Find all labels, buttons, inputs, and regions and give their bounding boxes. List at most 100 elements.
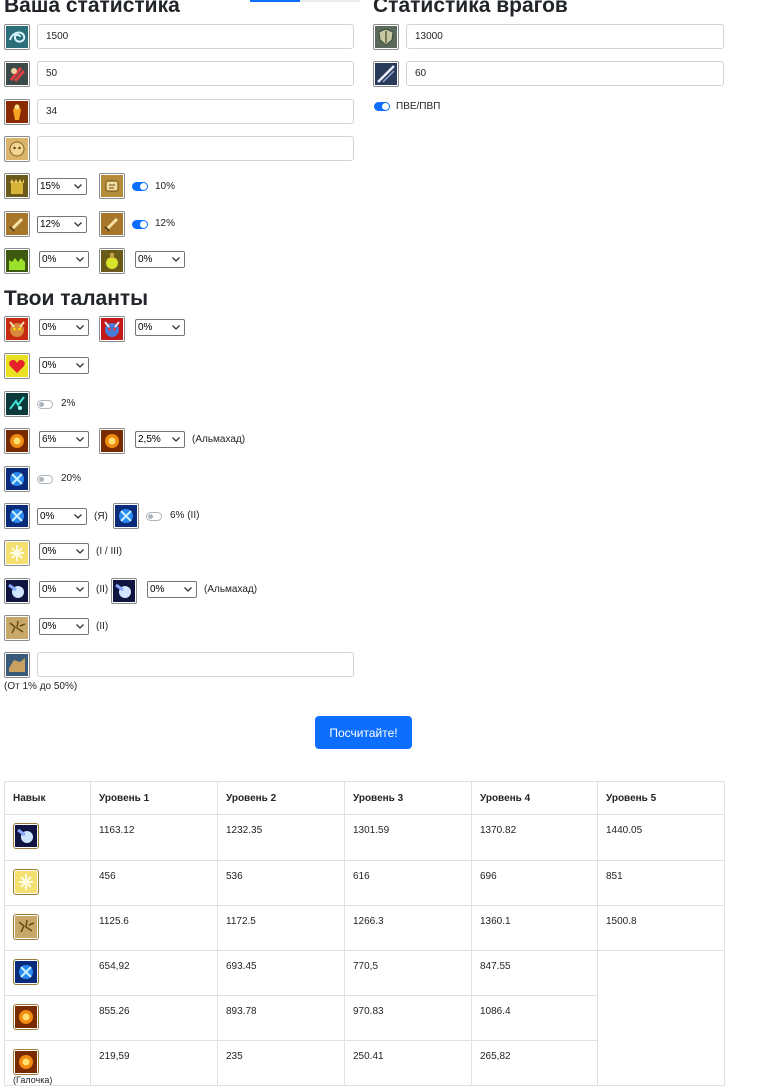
fire-fist-select-value: 6% xyxy=(42,434,57,445)
extra-stat-input[interactable] xyxy=(37,136,354,161)
chevron-down-icon xyxy=(184,587,192,592)
tower-icon xyxy=(4,173,30,199)
lightning-alt-toggle[interactable] xyxy=(146,512,162,521)
header-level-3: Уровень 3 xyxy=(344,781,472,815)
magic-attack-icon xyxy=(4,24,30,50)
lightning-label: 20% xyxy=(61,473,82,484)
header-skill: Навык xyxy=(4,781,91,815)
percent-input[interactable] xyxy=(37,652,354,677)
chevron-down-icon xyxy=(74,184,82,189)
table-cell: 1301.59 xyxy=(344,814,472,861)
pierce-icon xyxy=(373,61,399,87)
tower-select-value: 15% xyxy=(40,181,61,192)
fire-fist-alt-icon xyxy=(99,428,125,454)
tower-select[interactable]: 15% xyxy=(37,178,87,195)
table-cell: 1232.35 xyxy=(217,814,345,861)
pve-pvp-toggle[interactable] xyxy=(374,102,390,111)
teal-rune-label: 2% xyxy=(61,398,76,409)
table-cell: 1163.12 xyxy=(90,814,218,861)
frost-orb-icon xyxy=(13,823,39,849)
lightning-note: (Я) xyxy=(94,511,108,522)
lightning-orb-icon xyxy=(13,959,39,985)
table-cell: 696 xyxy=(471,860,598,906)
lightning-select[interactable]: 0% xyxy=(37,508,87,525)
fire-fist-alt-select[interactable]: 2,5% xyxy=(135,431,185,448)
enemy-level-input[interactable]: 60 xyxy=(406,61,724,86)
table-cell: 1500.8 xyxy=(597,905,725,951)
lightning-toggle[interactable] xyxy=(37,475,53,484)
earth-crack-icon xyxy=(4,615,30,641)
scroll-toggle[interactable] xyxy=(132,182,148,191)
frost-orb-alt-note: (Альмахад) xyxy=(204,584,258,595)
chevron-down-icon xyxy=(74,222,82,227)
table-row: 654,92 693.45 770,5 847.55 xyxy=(4,950,725,1086)
chevron-down-icon xyxy=(74,514,82,519)
chevron-down-icon xyxy=(76,257,84,262)
enemy-hp-input[interactable]: 13000 xyxy=(406,24,724,49)
heart-icon xyxy=(4,353,30,379)
table-cell: 235 xyxy=(217,1040,345,1086)
sword-icon xyxy=(4,211,30,237)
lightning-orb-alt-icon xyxy=(113,503,139,529)
level-input[interactable]: 34 xyxy=(37,99,354,124)
fire-fist-select[interactable]: 6% xyxy=(39,431,89,448)
sword-select[interactable]: 12% xyxy=(37,216,87,233)
fire-body-icon xyxy=(4,99,30,125)
table-cell: 893.78 xyxy=(217,995,345,1041)
table-cell: 1086.4 xyxy=(471,995,598,1041)
demon-icon xyxy=(4,316,30,342)
heart-select[interactable]: 0% xyxy=(39,357,89,374)
holy-light-select[interactable]: 0% xyxy=(39,543,89,560)
table-header-row: Навык Уровень 1 Уровень 2 Уровень 3 Уров… xyxy=(4,781,725,815)
chevron-down-icon xyxy=(172,257,180,262)
demon-select-value: 0% xyxy=(42,322,57,333)
sword-buff-toggle[interactable] xyxy=(132,220,148,229)
frost-orb-alt-select[interactable]: 0% xyxy=(147,581,197,598)
poison-select[interactable]: 0% xyxy=(39,251,89,268)
table-cell: 693.45 xyxy=(217,950,345,996)
table-cell: 654,92 xyxy=(90,950,218,996)
pve-pvp-label: ПВЕ/ПВП xyxy=(396,101,441,112)
earth-crack-select[interactable]: 0% xyxy=(39,618,89,635)
top-tab-indicator xyxy=(250,0,360,2)
lightning-alt-label: 6% (II) xyxy=(170,510,200,521)
earth-crack-icon xyxy=(13,914,39,940)
calculate-button[interactable]: Посчитайте! xyxy=(315,716,412,749)
table-cell: 265,82 xyxy=(471,1040,598,1086)
potion-select-value: 0% xyxy=(138,254,153,265)
fire-fist-icon xyxy=(13,1004,39,1030)
crit-input[interactable]: 50 xyxy=(37,61,354,86)
potion-select[interactable]: 0% xyxy=(135,251,185,268)
table-cell: 536 xyxy=(217,860,345,906)
player-stats-title: Ваша статистика xyxy=(4,0,180,17)
frost-orb-note: (II) xyxy=(96,584,109,595)
fire-fist-note: (Альмахад) xyxy=(192,434,246,445)
header-level-5: Уровень 5 xyxy=(597,781,725,815)
magic-attack-input[interactable]: 1500 xyxy=(37,24,354,49)
stone-icon xyxy=(4,652,30,678)
chevron-down-icon xyxy=(172,325,180,330)
table-cell: 456 xyxy=(90,860,218,906)
frost-orb-alt-icon xyxy=(111,578,137,604)
holy-light-select-value: 0% xyxy=(42,546,57,557)
shield-icon xyxy=(373,24,399,50)
holy-light-note: (I / III) xyxy=(96,546,123,557)
demon-select[interactable]: 0% xyxy=(39,319,89,336)
enemy-stats-title: Статистика врагов xyxy=(373,0,568,17)
table-cell: 855.26 xyxy=(90,995,218,1041)
lightning-select-value: 0% xyxy=(40,511,55,522)
table-cell: 1125.6 xyxy=(90,905,218,951)
chevron-down-icon xyxy=(172,437,180,442)
teal-rune-toggle[interactable] xyxy=(37,400,53,409)
chevron-down-icon xyxy=(76,549,84,554)
sword-buff-toggle-label: 12% xyxy=(155,218,176,229)
blue-demon-select[interactable]: 0% xyxy=(135,319,185,336)
chevron-down-icon xyxy=(76,437,84,442)
earth-crack-select-value: 0% xyxy=(42,621,57,632)
chevron-down-icon xyxy=(76,325,84,330)
table-cell: 970.83 xyxy=(344,995,472,1041)
frost-orb-select-value: 0% xyxy=(42,584,57,595)
frost-orb-select[interactable]: 0% xyxy=(39,581,89,598)
mask-icon xyxy=(4,136,30,162)
teal-rune-icon xyxy=(4,391,30,417)
